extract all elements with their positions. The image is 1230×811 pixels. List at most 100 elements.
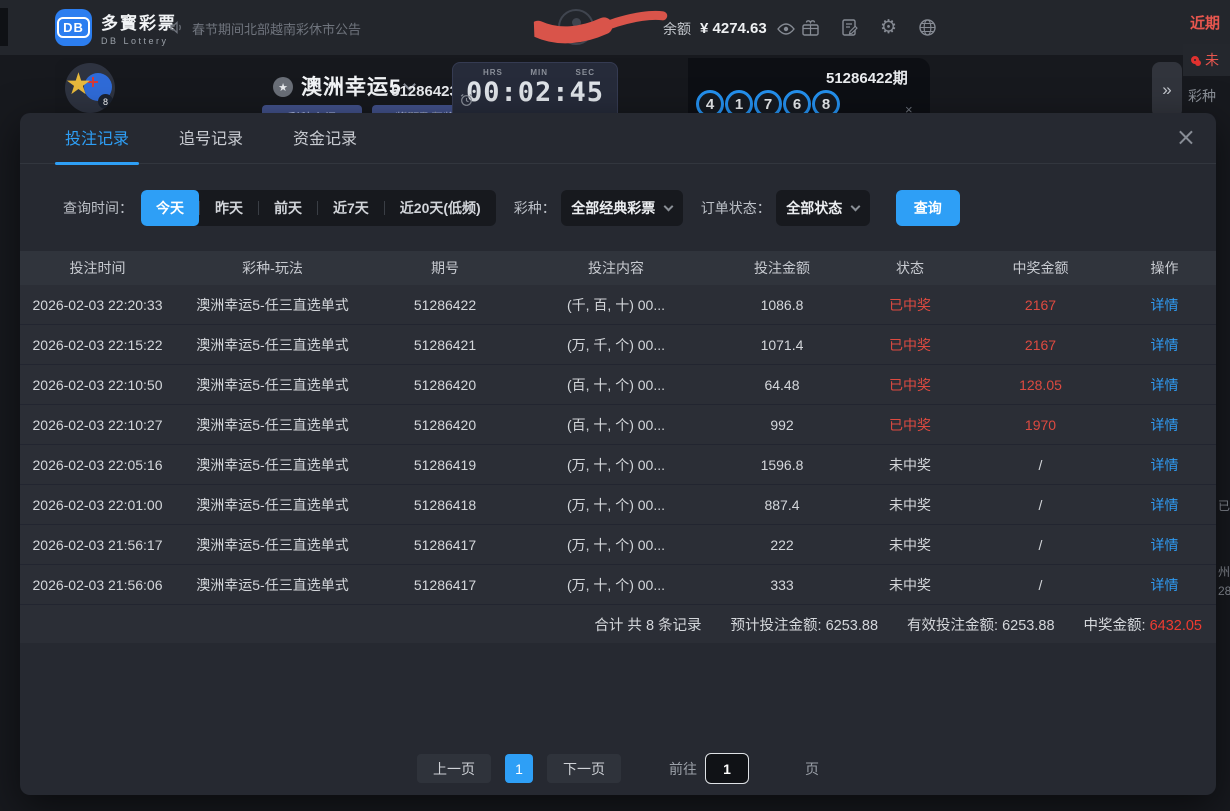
record-dot-icon	[1191, 56, 1199, 64]
modal-tabs: 投注记录追号记录资金记录	[20, 113, 1216, 164]
tab-chase-records[interactable]: 追号记录	[179, 111, 243, 165]
double-chevron-icon: »	[1162, 80, 1171, 100]
current-page-button[interactable]: 1	[505, 754, 533, 783]
game-playtype: 澳洲幸运5-任三直选单式	[175, 295, 370, 315]
table-header-row: 投注时间彩种-玩法期号投注内容投注金额状态中奖金额操作	[20, 251, 1216, 285]
bet-content: (千, 百, 十) 00...	[520, 295, 712, 315]
background-text-fragment: 州	[1218, 563, 1230, 580]
bet-records-modal: 投注记录追号记录资金记录 × 查询时间： 今天昨天前天近7天近20天(低频) 彩…	[20, 113, 1216, 795]
eye-icon[interactable]	[776, 18, 797, 39]
column-header-6: 中奖金额	[968, 258, 1113, 278]
detail-link[interactable]: 详情	[1113, 415, 1216, 435]
detail-link[interactable]: 详情	[1113, 495, 1216, 515]
bet-amount: 333	[712, 577, 852, 593]
table-row: 2026-02-03 22:10:50澳洲幸运5-任三直选单式51286420(…	[20, 365, 1216, 405]
report-icon[interactable]	[839, 17, 860, 38]
status-text: 未中奖	[852, 535, 968, 555]
time-filter-day-before[interactable]: 前天	[259, 190, 317, 226]
redaction-scribble	[533, 3, 668, 48]
announcement-text: 春节期间北部越南彩休市公告	[192, 19, 361, 38]
goto-page-input[interactable]	[705, 753, 749, 784]
next-page-button[interactable]: 下一页	[547, 754, 621, 783]
corner-notch	[0, 8, 8, 46]
status-text: 已中奖	[852, 295, 968, 315]
game-playtype: 澳洲幸运5-任三直选单式	[175, 535, 370, 555]
bet-amount: 1086.8	[712, 297, 852, 313]
table-row: 2026-02-03 22:15:22澳洲幸运5-任三直选单式51286421(…	[20, 325, 1216, 365]
bet-content: (万, 十, 个) 00...	[520, 495, 712, 515]
close-icon[interactable]: ×	[1176, 125, 1196, 149]
language-globe-icon[interactable]	[917, 17, 938, 38]
bet-amount: 222	[712, 537, 852, 553]
last-draw-box: 51286422期 41768 ×	[688, 58, 930, 113]
game-playtype: 澳洲幸运5-任三直选单式	[175, 375, 370, 395]
screen: DB 多寳彩票 DB Lottery 春节期间北部越南彩休市公告 余额 ¥ 42…	[0, 0, 1230, 811]
time-filter-today[interactable]: 今天	[141, 190, 199, 226]
collapse-draw-icon[interactable]: ×	[905, 102, 913, 113]
column-header-7: 操作	[1113, 258, 1216, 278]
tab-fund-records[interactable]: 资金记录	[293, 111, 357, 165]
speaker-icon	[170, 21, 185, 37]
search-button[interactable]: 查询	[896, 190, 960, 226]
chevron-down-icon	[851, 201, 861, 211]
time-filter-yesterday[interactable]: 昨天	[200, 190, 258, 226]
summary-total: 合计 共 8 条记录	[594, 614, 701, 635]
background-text-fragment: 已	[1218, 497, 1230, 514]
detail-link[interactable]: 详情	[1113, 575, 1216, 595]
time-filter-last-20-days[interactable]: 近20天(低频)	[385, 190, 496, 226]
bet-content: (百, 十, 个) 00...	[520, 375, 712, 395]
bet-time: 2026-02-03 22:15:22	[20, 337, 175, 353]
lottery-ball: 6	[783, 90, 811, 113]
tab-bet-records[interactable]: 投注记录	[65, 111, 129, 165]
prize-value: 1970	[968, 417, 1113, 433]
table-row: 2026-02-03 22:01:00澳洲幸运5-任三直选单式51286418(…	[20, 485, 1216, 525]
time-filter-group: 今天昨天前天近7天近20天(低频)	[141, 190, 496, 226]
prize-value: /	[968, 497, 1113, 513]
brand-name-cn: 多寳彩票	[101, 9, 177, 34]
bet-content: (万, 十, 个) 00...	[520, 535, 712, 555]
bet-time: 2026-02-03 22:01:00	[20, 497, 175, 513]
order-status-select[interactable]: 全部状态	[776, 190, 870, 226]
game-avatar: ★ 8	[65, 63, 115, 113]
countdown-timer: HRS MIN SEC 00:02:45	[452, 62, 618, 113]
bet-content: (万, 十, 个) 00...	[520, 455, 712, 475]
bet-time: 2026-02-03 22:20:33	[20, 297, 175, 313]
lottery-select-value: 全部经典彩票	[571, 198, 655, 218]
table-row: 2026-02-03 21:56:17澳洲幸运5-任三直选单式51286417(…	[20, 525, 1216, 565]
brand-logo[interactable]: DB	[55, 9, 92, 46]
bet-amount: 887.4	[712, 497, 852, 513]
prev-page-button[interactable]: 上一页	[417, 754, 491, 783]
detail-link[interactable]: 详情	[1113, 375, 1216, 395]
rewards-icon[interactable]	[800, 17, 821, 38]
chevron-down-icon	[664, 201, 674, 211]
detail-link[interactable]: 详情	[1113, 295, 1216, 315]
summary-win: 中奖金额: 6432.05	[1084, 614, 1202, 635]
game-header: ★ 8 ★ 澳洲幸运5 彩种介绍 奖期及开奖时间 51286423期 投注中 H…	[55, 58, 930, 113]
detail-link[interactable]: 详情	[1113, 455, 1216, 475]
bet-content: (万, 千, 个) 00...	[520, 335, 712, 355]
lottery-filter-label: 彩种：	[514, 198, 556, 218]
alarm-clock-icon	[460, 93, 473, 107]
period-number: 51286421	[370, 337, 520, 353]
period-number: 51286420	[370, 417, 520, 433]
time-filter-last-7-days[interactable]: 近7天	[318, 190, 384, 226]
lottery-select[interactable]: 全部经典彩票	[561, 190, 683, 226]
game-playtype: 澳洲幸运5-任三直选单式	[175, 415, 370, 435]
period-number: 51286419	[370, 457, 520, 473]
detail-link[interactable]: 详情	[1113, 335, 1216, 355]
sidebar-expand-tab[interactable]: »	[1152, 62, 1182, 118]
bet-time: 2026-02-03 22:10:27	[20, 417, 175, 433]
favorite-star-icon[interactable]: ★	[273, 77, 293, 97]
prize-value: 128.05	[968, 377, 1113, 393]
prize-value: /	[968, 577, 1113, 593]
detail-link[interactable]: 详情	[1113, 535, 1216, 555]
recent-tab-fragment[interactable]: 近期	[1190, 12, 1230, 33]
status-text: 已中奖	[852, 415, 968, 435]
bet-time: 2026-02-03 22:05:16	[20, 457, 175, 473]
unsettled-row-fragment[interactable]: 未	[1183, 44, 1230, 76]
timer-value: 00:02:45	[453, 77, 617, 108]
settings-gear-icon[interactable]: ⚙	[878, 17, 899, 38]
status-text: 未中奖	[852, 575, 968, 595]
bet-time: 2026-02-03 21:56:17	[20, 537, 175, 553]
game-playtype: 澳洲幸运5-任三直选单式	[175, 455, 370, 475]
